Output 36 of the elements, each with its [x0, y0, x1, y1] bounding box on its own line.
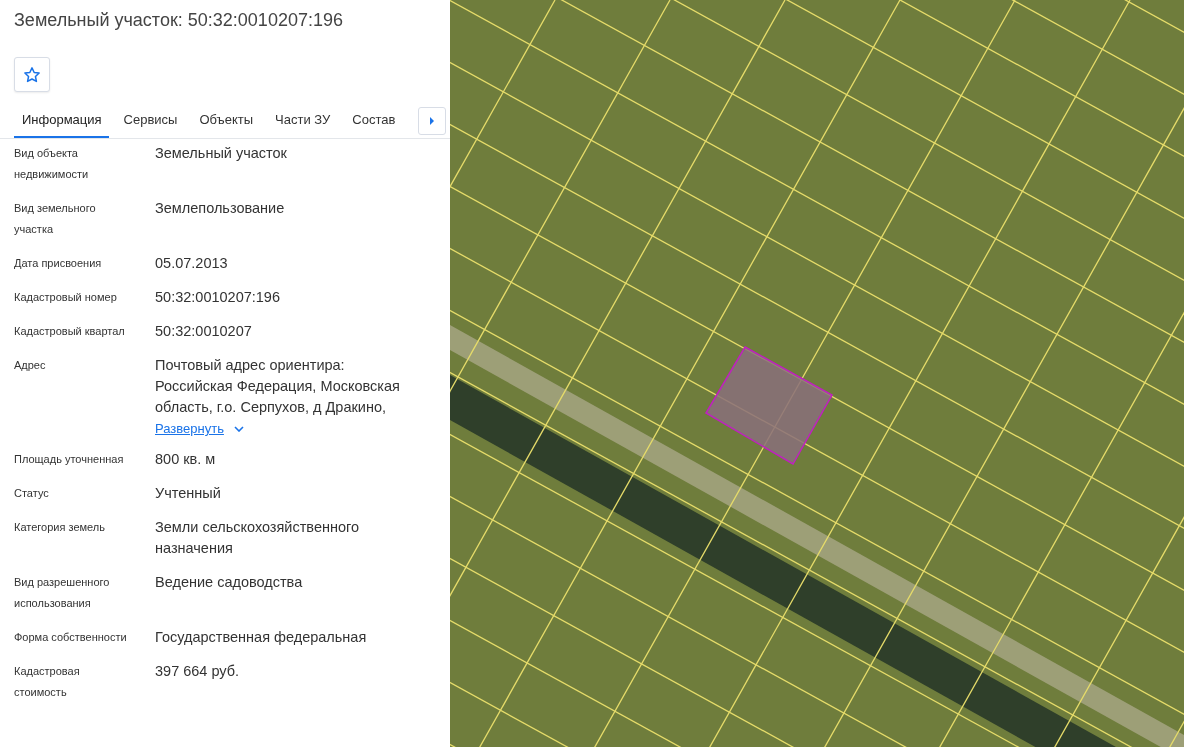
star-icon [23, 65, 41, 84]
field-value: 397 664 руб. [155, 662, 241, 681]
field-label: Вид разрешенного использования [14, 575, 111, 611]
field-label: Кадастровый номер [14, 290, 118, 305]
field-label: Вид земельного участка [14, 201, 97, 237]
field-label: Площадь уточненная [14, 452, 125, 467]
tab[interactable]: Информация [14, 107, 109, 138]
field-value: Почтовый адрес ориентира: Российская Федерация, Московская область, г.о. Серпухов, д Дракино, [155, 356, 401, 417]
satellite-map-drawing[interactable] [450, 0, 1184, 747]
field-value: Земельный участок [155, 144, 288, 163]
caret-right-icon [429, 117, 435, 125]
tab[interactable]: Части ЗУ [268, 107, 338, 138]
field-label: Кадастровый квартал [14, 324, 126, 339]
expand-link[interactable]: Развернуть [155, 421, 224, 436]
tab[interactable]: Объекты [192, 107, 261, 138]
tab[interactable]: Сервисы [116, 107, 185, 138]
field-value: 50:32:0010207:196 [155, 288, 281, 307]
field-label: Форма собственности [14, 630, 128, 645]
field-label: Вид объекта недвижимости [14, 146, 90, 182]
favorite-button[interactable] [14, 57, 50, 92]
chevron-down-icon[interactable] [233, 425, 244, 432]
field-value: Земли сельскохозяйственного назначения [155, 518, 361, 558]
field-label: Кадастровая стоимость [14, 664, 81, 700]
field-value: 05.07.2013 [155, 254, 229, 273]
field-value: 800 кв. м [155, 450, 217, 469]
field-label: Адрес [14, 358, 47, 373]
field-label: Дата присвоения [14, 256, 103, 271]
field-value: 50:32:0010207 [155, 322, 253, 341]
field-label: Категория земель [14, 520, 106, 535]
field-value: Землепользование [155, 199, 286, 218]
tab[interactable]: Состав [345, 107, 403, 138]
field-value: Учтенный [155, 484, 222, 503]
field-value: Государственная федеральная [155, 628, 368, 647]
field-value: Ведение садоводства [155, 573, 304, 592]
panel-title: Земельный участок: 50:32:0010207:196 [13, 9, 344, 32]
field-label: Статус [14, 486, 50, 501]
